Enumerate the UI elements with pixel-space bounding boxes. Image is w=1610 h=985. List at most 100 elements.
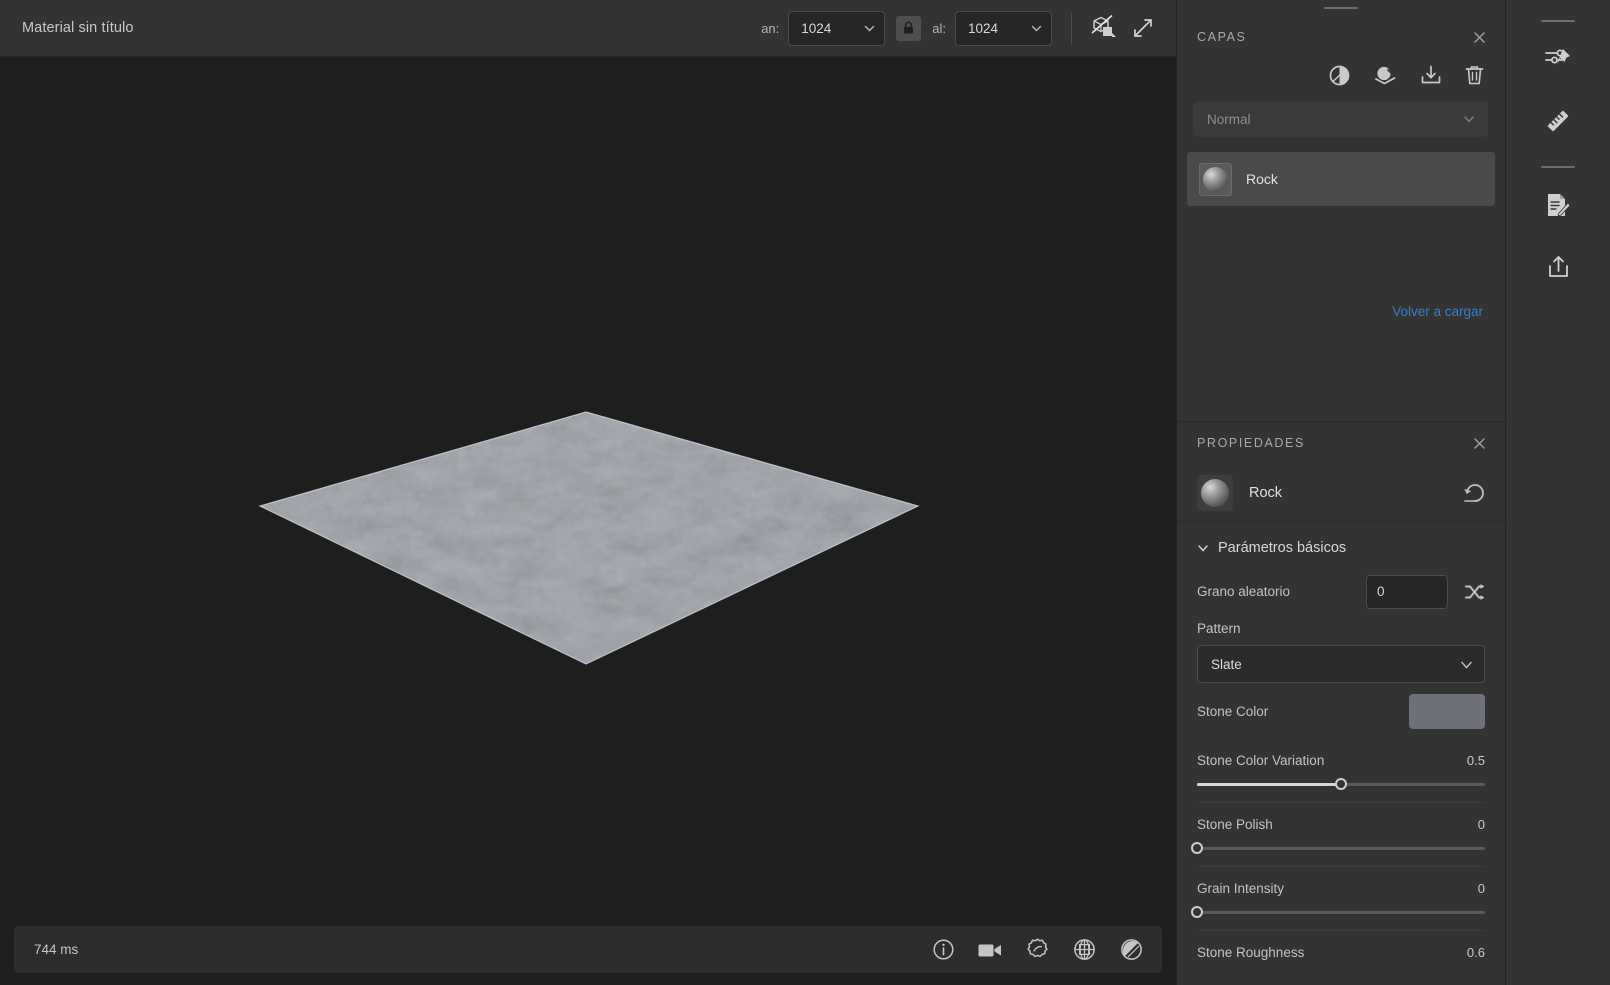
rail-divider [1541, 166, 1575, 168]
shuffle-icon[interactable] [1464, 582, 1485, 602]
stone-color-swatch[interactable] [1409, 693, 1485, 729]
render-canvas[interactable] [0, 57, 1176, 985]
stone-roughness-value: 0.6 [1466, 945, 1485, 960]
random-seed-value: 0 [1377, 584, 1385, 599]
delete-layer-icon[interactable] [1464, 64, 1485, 87]
environment-icon[interactable] [1025, 937, 1050, 962]
shading-icon[interactable] [1119, 937, 1144, 962]
adjustment-layer-icon[interactable] [1328, 64, 1351, 87]
random-seed-label: Grano aleatorio [1197, 584, 1291, 599]
lock-icon [902, 21, 915, 35]
reload-link[interactable]: Volver a cargar [1392, 304, 1483, 319]
layers-panel-header: CAPAS [1177, 16, 1505, 58]
basic-parameters-section-header[interactable]: Parámetros básicos [1177, 522, 1505, 568]
document-edit-button[interactable] [1535, 182, 1581, 228]
pattern-row: Pattern Slate [1197, 615, 1485, 683]
3d-2d-toggle-icon [1090, 14, 1120, 42]
random-seed-input[interactable]: 0 [1366, 574, 1448, 609]
rail-divider [1541, 20, 1575, 22]
viewport-column: Material sin título an: 1024 al: 1024 74… [0, 0, 1176, 985]
stone-color-variation-value: 0.5 [1466, 753, 1485, 768]
chevron-down-icon [1030, 22, 1043, 35]
expand-icon [1132, 17, 1154, 39]
panel-drag-handle[interactable] [1177, 0, 1505, 16]
material-sphere-icon [1201, 478, 1229, 507]
width-value: 1024 [801, 20, 832, 36]
stone-polish-value: 0 [1477, 817, 1485, 832]
properties-panel: PROPIEDADES Rock Parámetros básicos Gran… [1177, 422, 1505, 985]
material-sphere-icon [1203, 166, 1228, 192]
import-layer-icon[interactable] [1420, 64, 1442, 87]
stone-color-variation-row: Stone Color Variation 0.5 [1197, 739, 1485, 803]
status-bar: 744 ms [14, 926, 1162, 973]
textured-plane [258, 411, 920, 665]
grain-intensity-value: 0 [1477, 881, 1485, 896]
layer-thumbnail [1199, 162, 1232, 196]
grain-intensity-row: Grain Intensity 0 [1191, 867, 1485, 931]
layers-panel: CAPAS Normal Rock Volver a cargar [1177, 16, 1505, 422]
width-label: an: [761, 20, 780, 36]
chevron-down-icon [1197, 542, 1209, 554]
right-panel-stack: CAPAS Normal Rock Volver a cargar PROPIE… [1176, 0, 1505, 985]
layer-list: Rock [1187, 152, 1495, 206]
close-icon[interactable] [1472, 30, 1487, 45]
top-toolbar: Material sin título an: 1024 al: 1024 [0, 0, 1176, 57]
stone-color-label: Stone Color [1197, 703, 1269, 719]
export-icon [1546, 254, 1571, 280]
blend-mode-select[interactable]: Normal [1193, 101, 1488, 137]
add-layer-icon[interactable] [1373, 64, 1398, 87]
3d-viewport[interactable]: 744 ms [0, 57, 1176, 985]
view-mode-toggle-button[interactable] [1086, 9, 1124, 47]
info-icon[interactable] [932, 938, 955, 961]
toolbar-controls: an: 1024 al: 1024 [761, 9, 1162, 47]
tiling-icon[interactable] [1072, 937, 1097, 962]
close-icon[interactable] [1472, 436, 1487, 451]
slider-handle[interactable] [1191, 906, 1203, 918]
stone-color-variation-slider[interactable] [1197, 778, 1485, 790]
stone-polish-slider[interactable] [1191, 842, 1485, 854]
grain-intensity-slider[interactable] [1191, 906, 1485, 918]
list-item[interactable]: Rock [1187, 152, 1495, 206]
height-value: 1024 [968, 20, 999, 36]
width-select[interactable]: 1024 [788, 10, 886, 46]
stone-roughness-label: Stone Roughness [1197, 945, 1305, 960]
slider-fill [1197, 783, 1341, 786]
pattern-select[interactable]: Slate [1197, 645, 1485, 683]
height-label: al: [932, 20, 946, 36]
section-title: Parámetros básicos [1218, 540, 1347, 556]
properties-panel-header: PROPIEDADES [1177, 422, 1505, 464]
stone-polish-row: Stone Polish 0 [1191, 803, 1485, 867]
parameters-pin-button[interactable] [1535, 36, 1581, 82]
blend-mode-value: Normal [1207, 111, 1251, 127]
toolbar-divider [1071, 12, 1072, 44]
pattern-label: Pattern [1197, 621, 1241, 636]
viewport-tool-icons [932, 937, 1144, 962]
ruler-button[interactable] [1535, 98, 1581, 144]
render-time-label: 744 ms [34, 942, 79, 957]
properties-panel-title: PROPIEDADES [1197, 436, 1305, 450]
slider-handle[interactable] [1335, 778, 1347, 790]
stone-color-row: Stone Color [1197, 683, 1485, 739]
stone-color-variation-label: Stone Color Variation [1197, 753, 1325, 768]
pattern-value: Slate [1211, 656, 1242, 672]
fullscreen-button[interactable] [1124, 9, 1162, 47]
reset-icon[interactable] [1463, 483, 1487, 503]
application-window: Material sin título an: 1024 al: 1024 74… [0, 0, 1610, 985]
height-select[interactable]: 1024 [955, 10, 1052, 46]
document-title: Material sin título [22, 20, 134, 36]
document-edit-icon [1545, 192, 1571, 219]
stone-polish-label: Stone Polish [1197, 817, 1273, 832]
layers-panel-title: CAPAS [1197, 30, 1247, 44]
aspect-lock-button[interactable] [896, 15, 922, 41]
parameters-pin-icon [1544, 46, 1572, 72]
layers-toolbar [1177, 58, 1505, 97]
random-seed-row: Grano aleatorio 0 [1197, 568, 1485, 615]
properties-subject: Rock [1177, 464, 1505, 522]
camera-icon[interactable] [977, 940, 1003, 960]
right-toolbar-rail [1505, 0, 1610, 985]
export-button[interactable] [1535, 244, 1581, 290]
properties-thumbnail [1197, 474, 1233, 511]
chevron-down-icon [863, 22, 876, 35]
chevron-down-icon [1459, 657, 1474, 672]
slider-handle[interactable] [1191, 842, 1203, 854]
